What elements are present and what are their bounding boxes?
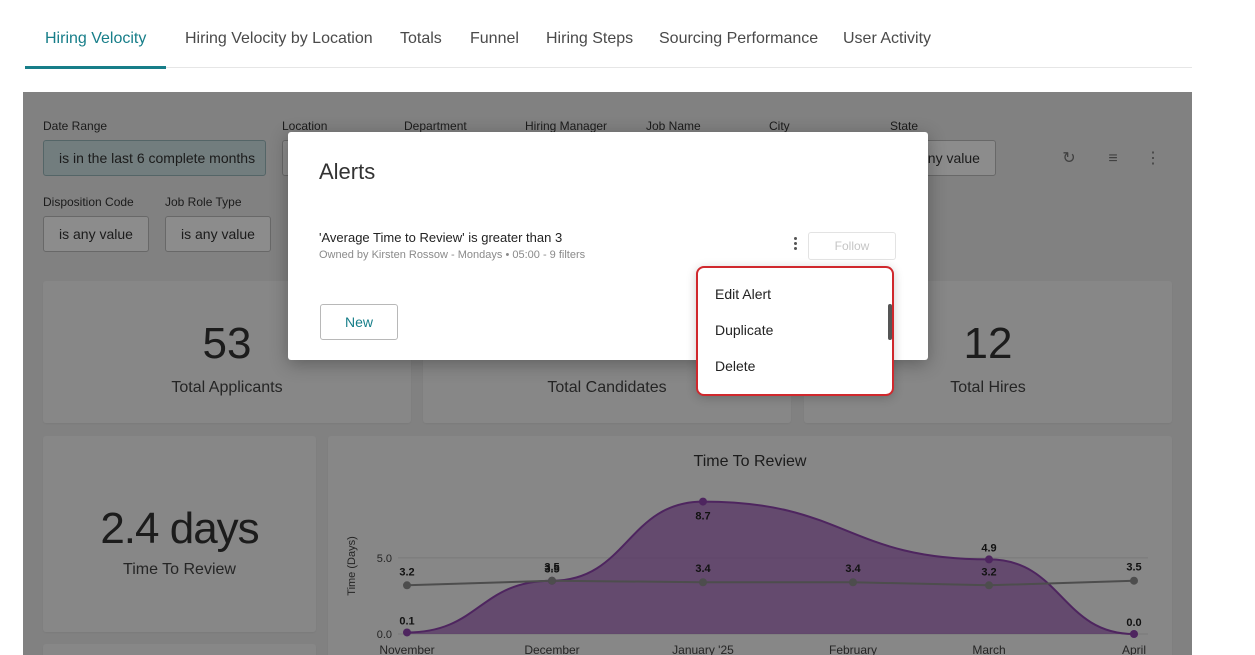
dashboard-tabs: Hiring Velocity Hiring Velocity by Locat…	[24, 0, 1192, 69]
menu-item-duplicate[interactable]: Duplicate	[715, 322, 773, 338]
tab-hiring-velocity-by-location[interactable]: Hiring Velocity by Location	[185, 30, 373, 68]
alert-actions-menu: Edit Alert Duplicate Delete	[696, 266, 894, 396]
menu-scrollbar[interactable]	[888, 304, 892, 340]
tab-funnel[interactable]: Funnel	[470, 30, 519, 68]
modal-title: Alerts	[319, 159, 376, 184]
menu-item-delete[interactable]: Delete	[715, 358, 755, 374]
alert-name: 'Average Time to Review' is greater than…	[319, 230, 563, 245]
alert-meta: Owned by Kirsten Rossow - Mondays • 05:0…	[319, 249, 586, 261]
alert-more-icon[interactable]	[788, 235, 802, 255]
tab-totals[interactable]: Totals	[400, 30, 442, 68]
follow-button[interactable]: Follow	[808, 232, 896, 260]
tab-hiring-velocity[interactable]: Hiring Velocity	[24, 30, 167, 69]
tab-hiring-steps[interactable]: Hiring Steps	[546, 30, 633, 68]
tab-sourcing-performance[interactable]: Sourcing Performance	[659, 30, 818, 68]
tab-user-activity[interactable]: User Activity	[843, 30, 931, 68]
new-alert-button[interactable]: New	[320, 304, 398, 340]
menu-item-edit-alert[interactable]: Edit Alert	[715, 286, 771, 302]
